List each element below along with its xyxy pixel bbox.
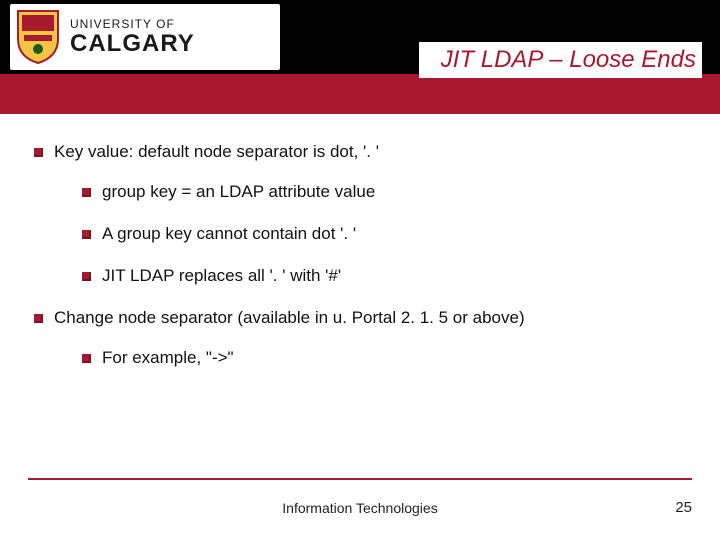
university-logo: UNIVERSITY OF CALGARY (10, 4, 280, 70)
bullet-1-text: Key value: default node separator is dot… (54, 142, 379, 161)
university-name: UNIVERSITY OF CALGARY (70, 18, 195, 56)
slide-title: JIT LDAP – Loose Ends (419, 42, 702, 78)
bullet-1-sub-1: group key = an LDAP attribute value (82, 182, 686, 202)
title-bar: JIT LDAP – Loose Ends (0, 74, 720, 114)
page-number: 25 (675, 499, 692, 516)
bullet-1-sub-3: JIT LDAP replaces all '. ' with '#' (82, 266, 686, 286)
bullet-1: Key value: default node separator is dot… (34, 142, 686, 286)
bullet-2: Change node separator (available in u. P… (34, 308, 686, 368)
university-name-bottom: CALGARY (70, 31, 195, 56)
bullet-1-sub-2: A group key cannot contain dot '. ' (82, 224, 686, 244)
bullet-2-sub-1: For example, "->" (82, 348, 686, 368)
university-name-top: UNIVERSITY OF (70, 18, 195, 31)
crest-icon (14, 9, 62, 65)
bullet-2-text: Change node separator (available in u. P… (54, 308, 525, 327)
footer-rule (28, 478, 692, 480)
footer-text: Information Technologies (0, 500, 720, 516)
slide-content: Key value: default node separator is dot… (0, 114, 720, 368)
